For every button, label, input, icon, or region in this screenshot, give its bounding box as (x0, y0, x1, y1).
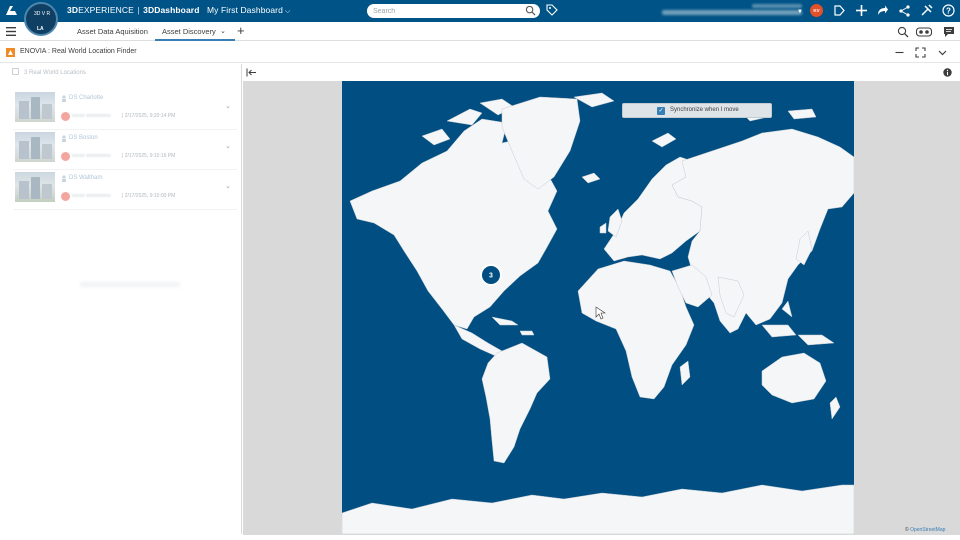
location-thumbnail (15, 132, 55, 162)
chevron-down-icon[interactable]: ⌄ (225, 102, 231, 110)
chevron-down-icon[interactable]: ▼ (797, 9, 803, 15)
brand-prefix: 3D (67, 5, 79, 15)
share-tag-icon[interactable] (833, 4, 846, 17)
search-icon[interactable] (525, 5, 536, 16)
app-name: Dashboard (154, 5, 200, 15)
help-icon[interactable]: ? (942, 4, 955, 17)
avatar (61, 112, 70, 121)
compass-initials: LA (37, 26, 44, 32)
avatar (61, 152, 70, 161)
tools-icon[interactable] (920, 4, 933, 17)
vr-headset-icon[interactable] (916, 27, 932, 37)
sync-label: Synchronize when I move (670, 107, 739, 113)
tab-bar: Asset Data Aquisition Asset Discovery ⌄ … (0, 22, 960, 41)
share-icon[interactable] (876, 4, 889, 17)
tab-asset-discovery[interactable]: Asset Discovery (162, 27, 216, 36)
search-box[interactable] (367, 4, 540, 18)
world-map-land[interactable]: 3 (342, 81, 854, 534)
select-all-checkbox[interactable] (12, 68, 19, 75)
svg-text:?: ? (946, 6, 951, 15)
brand-separator: | (137, 5, 140, 15)
cluster-count: 3 (489, 273, 493, 280)
enovia-app-icon (6, 48, 15, 57)
list-item[interactable]: DS Boston xxxxx xxxxxxxxxx | 2/17/2025, … (13, 132, 237, 170)
maximize-icon[interactable] (915, 47, 926, 58)
location-name[interactable]: DS Charlotte (69, 95, 103, 101)
list-item[interactable]: DS Waltham xxxxx xxxxxxxxxx | 2/17/2025,… (13, 172, 237, 210)
openstreetmap-link[interactable]: OpenStreetMap (910, 527, 945, 533)
chevron-down-icon[interactable]: ⌄ (225, 182, 231, 190)
locations-count-label: 3 Real World Locations (24, 70, 86, 76)
locations-count: 3 Real World Locations (12, 68, 86, 76)
location-pin-icon (62, 135, 66, 142)
australia-land (761, 352, 827, 404)
active-tab-indicator (155, 39, 235, 41)
search-people-icon[interactable] (897, 26, 909, 38)
brand-name: EXPERIENCE (78, 5, 134, 15)
user-name-redacted[interactable] (662, 4, 802, 18)
map-attribution: © OpenStreetMap (905, 527, 945, 533)
app-prefix: 3D (143, 5, 155, 15)
location-date: | 2/17/2025, 9:10:16 PM (122, 153, 176, 159)
location-pin-icon (62, 95, 66, 102)
brand-title: 3DEXPERIENCE | 3DDashboard My First Dash… (67, 5, 290, 16)
chevron-down-icon[interactable] (937, 47, 948, 58)
tag-icon[interactable] (546, 4, 558, 17)
location-pin-icon (62, 175, 66, 182)
chevron-down-icon[interactable]: ⌄ (225, 142, 231, 150)
widget-title: ENOVIA : Real World Location Finder (20, 48, 137, 55)
collapse-panel-icon[interactable] (246, 68, 256, 77)
add-icon[interactable] (855, 4, 868, 17)
owner-redacted: xxxxx xxxxxxxxxx (72, 113, 111, 119)
loading-placeholder (80, 282, 180, 287)
location-thumbnail (15, 172, 55, 202)
dashboard-name[interactable]: My First Dashboard (207, 5, 283, 15)
add-tab-button[interactable]: + (237, 24, 245, 37)
location-name[interactable]: DS Boston (69, 135, 98, 141)
compass-letters: 3D V R (34, 11, 51, 17)
chat-icon[interactable] (943, 26, 955, 38)
menu-icon[interactable] (6, 27, 16, 36)
owner-redacted: xxxxx xxxxxxxxxx (72, 193, 111, 199)
avatar (61, 192, 70, 201)
search-input[interactable] (373, 5, 523, 17)
minimize-icon[interactable] (894, 47, 905, 58)
sync-when-move-control[interactable]: ✓ Synchronize when I move (622, 103, 772, 118)
location-date: | 2/17/2025, 9:20:14 PM (122, 113, 176, 119)
location-name[interactable]: DS Waltham (69, 175, 102, 181)
owner-redacted: xxxxx xxxxxxxxxx (72, 153, 111, 159)
map-panel: 3 ✓ Synchronize when I move © OpenStreet… (243, 64, 960, 535)
avatar[interactable]: KV (810, 4, 823, 17)
tab-asset-data-aquisition[interactable]: Asset Data Aquisition (77, 27, 148, 36)
chevron-down-icon[interactable]: ⌵ (285, 8, 290, 15)
sync-checkbox[interactable]: ✓ (657, 107, 665, 115)
attribution-prefix: © (905, 527, 909, 533)
chevron-down-icon[interactable]: ⌄ (220, 27, 226, 35)
antarctica-land (342, 484, 854, 534)
info-icon[interactable] (943, 68, 952, 77)
location-date: | 2/17/2025, 9:10:00 PM (122, 193, 176, 199)
map-toolbar (243, 64, 960, 81)
list-item[interactable]: DS Charlotte xxxxx xxxxxxxxxx | 2/17/202… (13, 92, 237, 130)
location-thumbnail (15, 92, 55, 122)
locations-panel: 3 Real World Locations DS Charlotte xxxx… (0, 64, 242, 534)
dassault-logo-icon[interactable] (4, 3, 20, 19)
top-bar: 3D V R LA 3DEXPERIENCE | 3DDashboard My … (0, 0, 960, 36)
widget-header: ENOVIA : Real World Location Finder (0, 43, 960, 63)
world-map[interactable]: 3 ✓ Synchronize when I move (342, 81, 854, 534)
location-cluster-marker[interactable]: 3 (480, 264, 502, 286)
compass-button[interactable]: 3D V R LA (24, 2, 58, 36)
network-icon[interactable] (898, 4, 911, 17)
south-america-land (481, 342, 551, 464)
